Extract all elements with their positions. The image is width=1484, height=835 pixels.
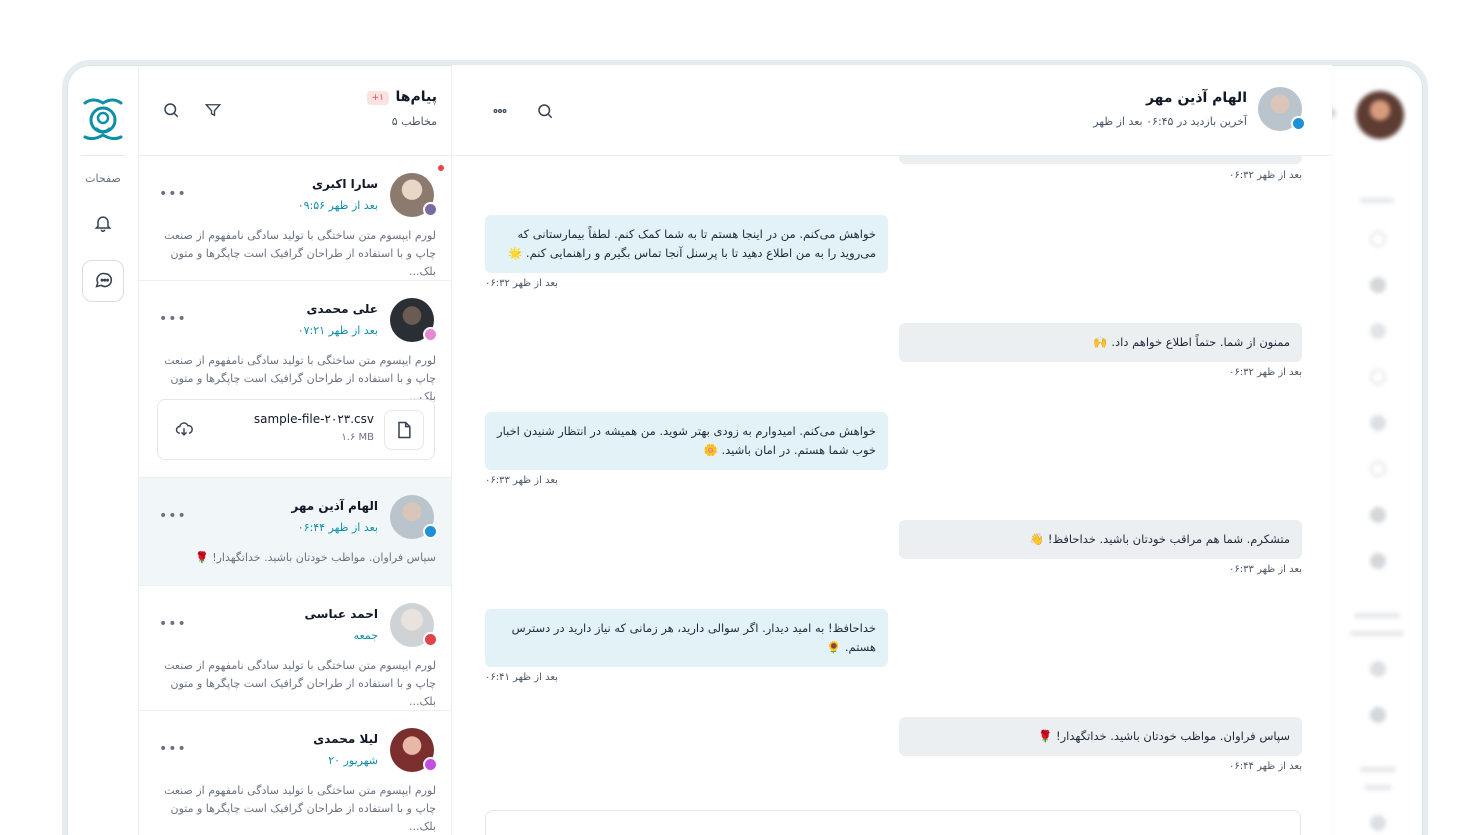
cloud-download-icon[interactable] (174, 419, 194, 443)
sidebar-icon[interactable] (1370, 277, 1386, 293)
filter-icon (204, 104, 222, 117)
file-size: ۱.۶ MB (341, 432, 374, 443)
filter-button[interactable] (201, 98, 225, 122)
rail-divider (81, 155, 125, 156)
unread-dot (438, 165, 444, 171)
user-avatar[interactable] (1356, 91, 1404, 139)
more-options-button[interactable]: ••• (159, 508, 187, 524)
file-name: sample-file-۲۰۲۳.csv (253, 412, 374, 426)
sidebar-icon[interactable] (1370, 231, 1386, 247)
search-icon (538, 104, 553, 119)
message-preview: لورم ایپسوم متن ساختگی با تولید سادگی نا… (164, 659, 436, 708)
status-dot (1291, 116, 1306, 131)
list-title: پیام‌ها (395, 89, 437, 105)
contacts-count: ۵ مخاطب (391, 115, 437, 128)
conversation-item[interactable]: علی محمدی ۰۷:۲۱ بعد از ظهر ••• لورم ایپس… (139, 281, 452, 478)
file-icon (384, 410, 424, 450)
sidebar-icon[interactable] (1370, 461, 1386, 477)
conversation-list: پیام‌ها +۱ ۵ مخاطب سارا اکبری ۰۹:۵۶ بعد … (139, 65, 452, 835)
message-preview: سپاس فراوان. مواظب خودتان باشید. خداتگهد… (195, 551, 436, 564)
sidebar-label (1354, 613, 1400, 618)
more-options-button[interactable]: ••• (159, 741, 187, 757)
sidebar-label (1350, 631, 1404, 636)
sidebar-icon[interactable] (1370, 415, 1386, 431)
search-icon (164, 103, 179, 118)
message-bubble-outgoing: سپاس فراوان. مواظب خودتان باشید. خداتگهد… (899, 717, 1302, 756)
last-seen: آخرین بازدید در ۰۶:۴۵ بعد از ظهر (1093, 115, 1247, 128)
message-time: ۰۶:۴۱ بعد از ظهر (485, 672, 558, 683)
chat-panel: ۰۶:۳۲ بعد از ظهر خواهش می‌کنم. من در این… (452, 65, 1332, 835)
chat-more-button[interactable] (488, 99, 512, 123)
list-search-button[interactable] (159, 98, 183, 122)
pages-label: صفحات (85, 172, 121, 185)
chat-search-button[interactable] (533, 99, 557, 123)
message-time: ۰۶:۳۲ بعد از ظهر (485, 278, 558, 289)
conversation-item[interactable]: لیلا محمدی ۲۰ شهریور ••• لورم ایپسوم متن… (139, 711, 452, 835)
contact-name: احمد عباسی (304, 607, 378, 621)
contact-name: علی محمدی (306, 302, 378, 316)
sidebar-icon[interactable] (1370, 507, 1386, 523)
notifications-button[interactable] (82, 202, 124, 244)
message-time: ۰۶:۳۲ بعد از ظهر (1229, 367, 1302, 378)
sidebar-icon[interactable] (1370, 323, 1386, 339)
conversation-item[interactable]: سارا اکبری ۰۹:۵۶ بعد از ظهر ••• لورم ایپ… (139, 156, 452, 281)
message-bubble-outgoing: ممنون از شما. حتماً اطلاع خواهم داد. 🙌 (899, 323, 1302, 362)
message-bubble-incoming: خواهش می‌کنم. من در اینجا هستم تا به شما… (485, 215, 888, 273)
message-bubble-outgoing (899, 156, 1302, 164)
status-dot (423, 202, 438, 217)
message-preview: لورم ایپسوم متن ساختگی با تولید سادگی نا… (164, 229, 436, 278)
app-logo[interactable] (81, 95, 125, 143)
status-dot (423, 757, 438, 772)
right-sidebar (1326, 65, 1423, 835)
bell-icon (94, 216, 112, 233)
message-time: ۰۶:۳۳ بعد از ظهر (1229, 564, 1302, 575)
more-options-button[interactable]: ••• (159, 186, 187, 202)
conversation-time: ۰۹:۵۶ بعد از ظهر (297, 199, 378, 212)
message-composer[interactable] (485, 810, 1301, 835)
conversation-item[interactable]: احمد عباسی جمعه ••• لورم ایپسوم متن ساخت… (139, 586, 452, 711)
sidebar-icon[interactable] (1370, 553, 1386, 569)
message-bubble-incoming: خواهش می‌کنم. امیدوارم به زودی بهتر شوید… (485, 412, 888, 470)
sidebar-icon[interactable] (1370, 815, 1386, 831)
conversation-time: ۰۶:۴۴ بعد از ظهر (297, 521, 378, 534)
message-time: ۰۶:۳۲ بعد از ظهر (1229, 170, 1302, 181)
file-attachment[interactable]: sample-file-۲۰۲۳.csv ۱.۶ MB (157, 399, 435, 460)
nav-rail: صفحات (67, 65, 139, 835)
message-preview: لورم ایپسوم متن ساختگی با تولید سادگی نا… (164, 784, 436, 833)
message-thread: ۰۶:۳۲ بعد از ظهر خواهش می‌کنم. من در این… (452, 156, 1332, 835)
message-preview: لورم ایپسوم متن ساختگی با تولید سادگی نا… (164, 354, 436, 403)
conversation-item-active[interactable]: الهام آذین مهر ۰۶:۴۴ بعد از ظهر ••• سپاس… (139, 478, 452, 586)
more-options-button[interactable]: ••• (159, 616, 187, 632)
more-options-button[interactable]: ••• (159, 311, 187, 327)
contact-name: الهام آذین مهر (1145, 90, 1247, 106)
conversation-time: جمعه (353, 629, 378, 642)
message-bubble-outgoing: متشکرم. شما هم مراقب خودتان باشید. خداحا… (899, 520, 1302, 559)
conversation-time: ۰۷:۲۱ بعد از ظهر (297, 324, 378, 337)
sidebar-icon[interactable] (1370, 369, 1386, 385)
chat-bubbles-icon (95, 272, 113, 288)
message-bubble-incoming: خداحافظ! به امید دیدار. اگر سوالی دارید،… (485, 609, 888, 667)
status-dot (423, 524, 438, 539)
status-dot (423, 632, 438, 647)
sidebar-icon[interactable] (1370, 707, 1386, 723)
contact-name: لیلا محمدی (313, 732, 378, 746)
sidebar-label (1360, 198, 1394, 203)
sidebar-label (1364, 785, 1392, 790)
sidebar-icon[interactable] (1370, 661, 1386, 677)
contact-name: الهام آذین مهر (291, 499, 378, 513)
sidebar-label (1360, 767, 1396, 772)
status-dot (423, 327, 438, 342)
app-window: صفحات پیام‌ها +۱ ۵ مخاطب سارا اکبری ۰۹ (62, 60, 1428, 835)
list-header: پیام‌ها +۱ ۵ مخاطب (139, 65, 451, 156)
conversation-time: ۲۰ شهریور (328, 754, 378, 767)
message-time: ۰۶:۴۴ بعد از ظهر (1229, 761, 1302, 772)
chat-header: الهام آذین مهر آخرین بازدید در ۰۶:۴۵ بعد… (452, 65, 1332, 156)
unread-badge: +۱ (366, 91, 389, 105)
message-time: ۰۶:۳۳ بعد از ظهر (485, 475, 558, 486)
more-horizontal-icon (493, 109, 507, 113)
contact-name: سارا اکبری (312, 177, 378, 191)
messages-nav-button[interactable] (82, 260, 124, 302)
